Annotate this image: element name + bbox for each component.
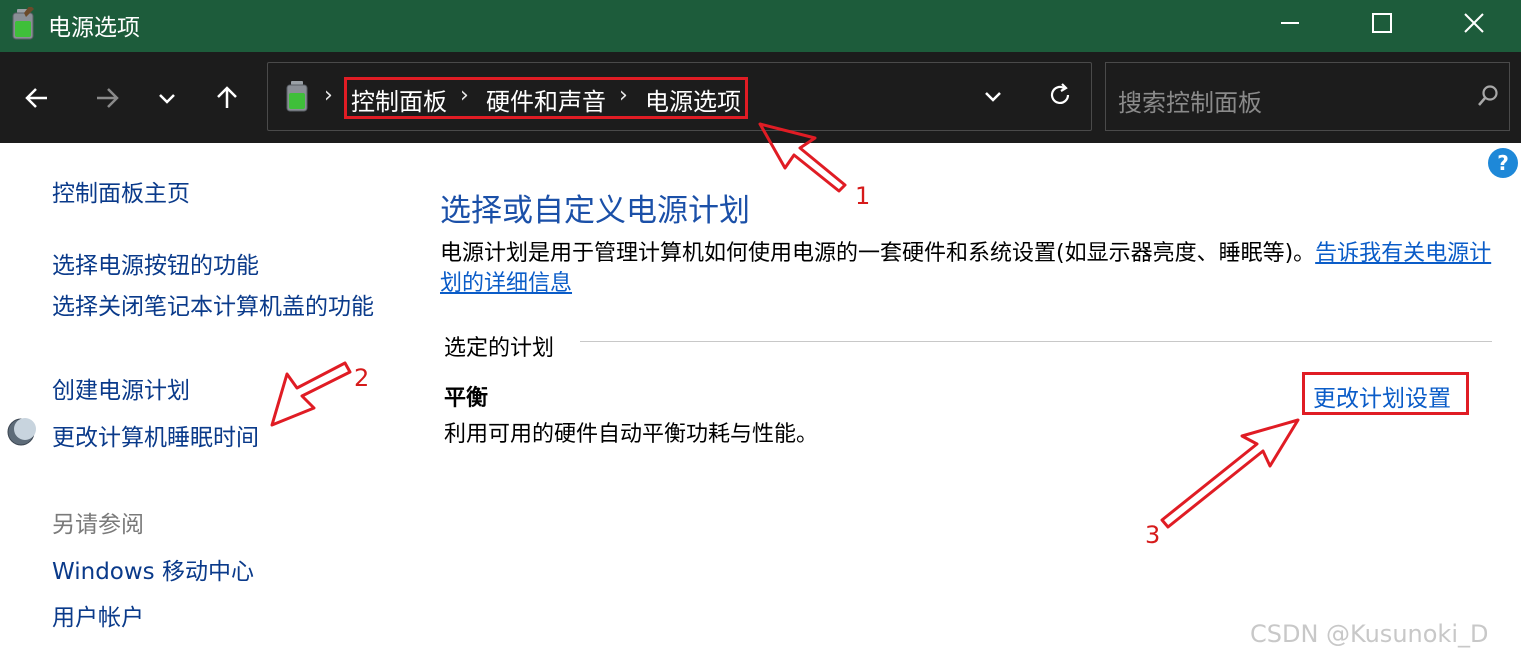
arrow-up-icon — [217, 86, 237, 108]
maximize-button[interactable] — [1336, 0, 1428, 46]
address-dropdown-button[interactable] — [978, 81, 1008, 111]
sidebar-link-user-accounts[interactable]: 用户帐户 — [52, 598, 144, 632]
power-options-icon — [12, 7, 34, 40]
annotation-arrow-3 — [1160, 418, 1300, 529]
watermark: CSDN @Kusunoki_D — [1250, 620, 1489, 648]
maximize-icon — [1372, 13, 1392, 33]
navigation-bar: › 控制面板 › 硬件和声音 › 电源选项 搜索控制面板 — [0, 52, 1521, 143]
page-description: 电源计划是用于管理计算机如何使用电源的一套硬件和系统设置(如显示器亮度、睡眠等)… — [440, 241, 1492, 296]
annotation-label-2: 2 — [354, 364, 370, 392]
help-icon[interactable]: ? — [1488, 148, 1518, 178]
annotation-box-breadcrumb — [344, 77, 748, 119]
plan-name[interactable]: 平衡 — [444, 380, 488, 412]
search-box[interactable]: 搜索控制面板 — [1105, 62, 1510, 131]
chevron-down-icon — [159, 94, 175, 104]
up-button[interactable] — [205, 79, 249, 117]
back-button[interactable] — [15, 79, 59, 117]
arrow-right-icon — [97, 88, 119, 108]
address-bar[interactable]: › 控制面板 › 硬件和声音 › 电源选项 — [267, 62, 1092, 131]
forward-button[interactable] — [85, 79, 129, 117]
page-title: 选择或自定义电源计划 — [440, 193, 750, 229]
annotation-label-3: 3 — [1145, 521, 1161, 549]
sidebar-link-control-panel-home[interactable]: 控制面板主页 — [52, 174, 190, 208]
power-options-icon — [286, 81, 308, 112]
window-title: 电源选项 — [48, 15, 140, 41]
plan-description: 利用可用的硬件自动平衡功耗与性能。 — [444, 422, 819, 447]
recent-locations-button[interactable] — [145, 79, 189, 117]
search-input[interactable]: 搜索控制面板 — [1118, 83, 1262, 118]
chevron-down-icon — [985, 92, 1001, 102]
sidebar-link-create-plan[interactable]: 创建电源计划 — [52, 371, 190, 405]
sidebar-link-lid-close[interactable]: 选择关闭笔记本计算机盖的功能 — [52, 292, 382, 323]
search-icon[interactable] — [1475, 83, 1501, 109]
sidebar-link-sleep-time[interactable]: 更改计算机睡眠时间 — [52, 418, 259, 452]
minimize-button[interactable] — [1244, 0, 1336, 46]
annotation-box-change-plan — [1302, 372, 1469, 415]
close-button[interactable] — [1428, 0, 1520, 46]
see-also-heading: 另请参阅 — [52, 512, 144, 538]
minimize-icon — [1281, 22, 1299, 24]
refresh-button[interactable] — [1044, 79, 1076, 111]
divider — [580, 341, 1492, 342]
close-icon — [1464, 13, 1484, 33]
sidebar-link-power-buttons[interactable]: 选择电源按钮的功能 — [52, 246, 259, 280]
annotation-arrow-2 — [270, 361, 352, 427]
moon-sleep-icon — [7, 418, 36, 446]
refresh-icon — [1050, 83, 1070, 104]
chevron-right-icon: › — [324, 83, 333, 108]
selected-plan-label: 选定的计划 — [444, 336, 555, 361]
annotation-label-1: 1 — [855, 182, 871, 210]
title-bar: 电源选项 — [0, 0, 1521, 52]
sidebar-link-mobility-center[interactable]: Windows 移动中心 — [52, 552, 254, 586]
arrow-left-icon — [25, 88, 47, 108]
